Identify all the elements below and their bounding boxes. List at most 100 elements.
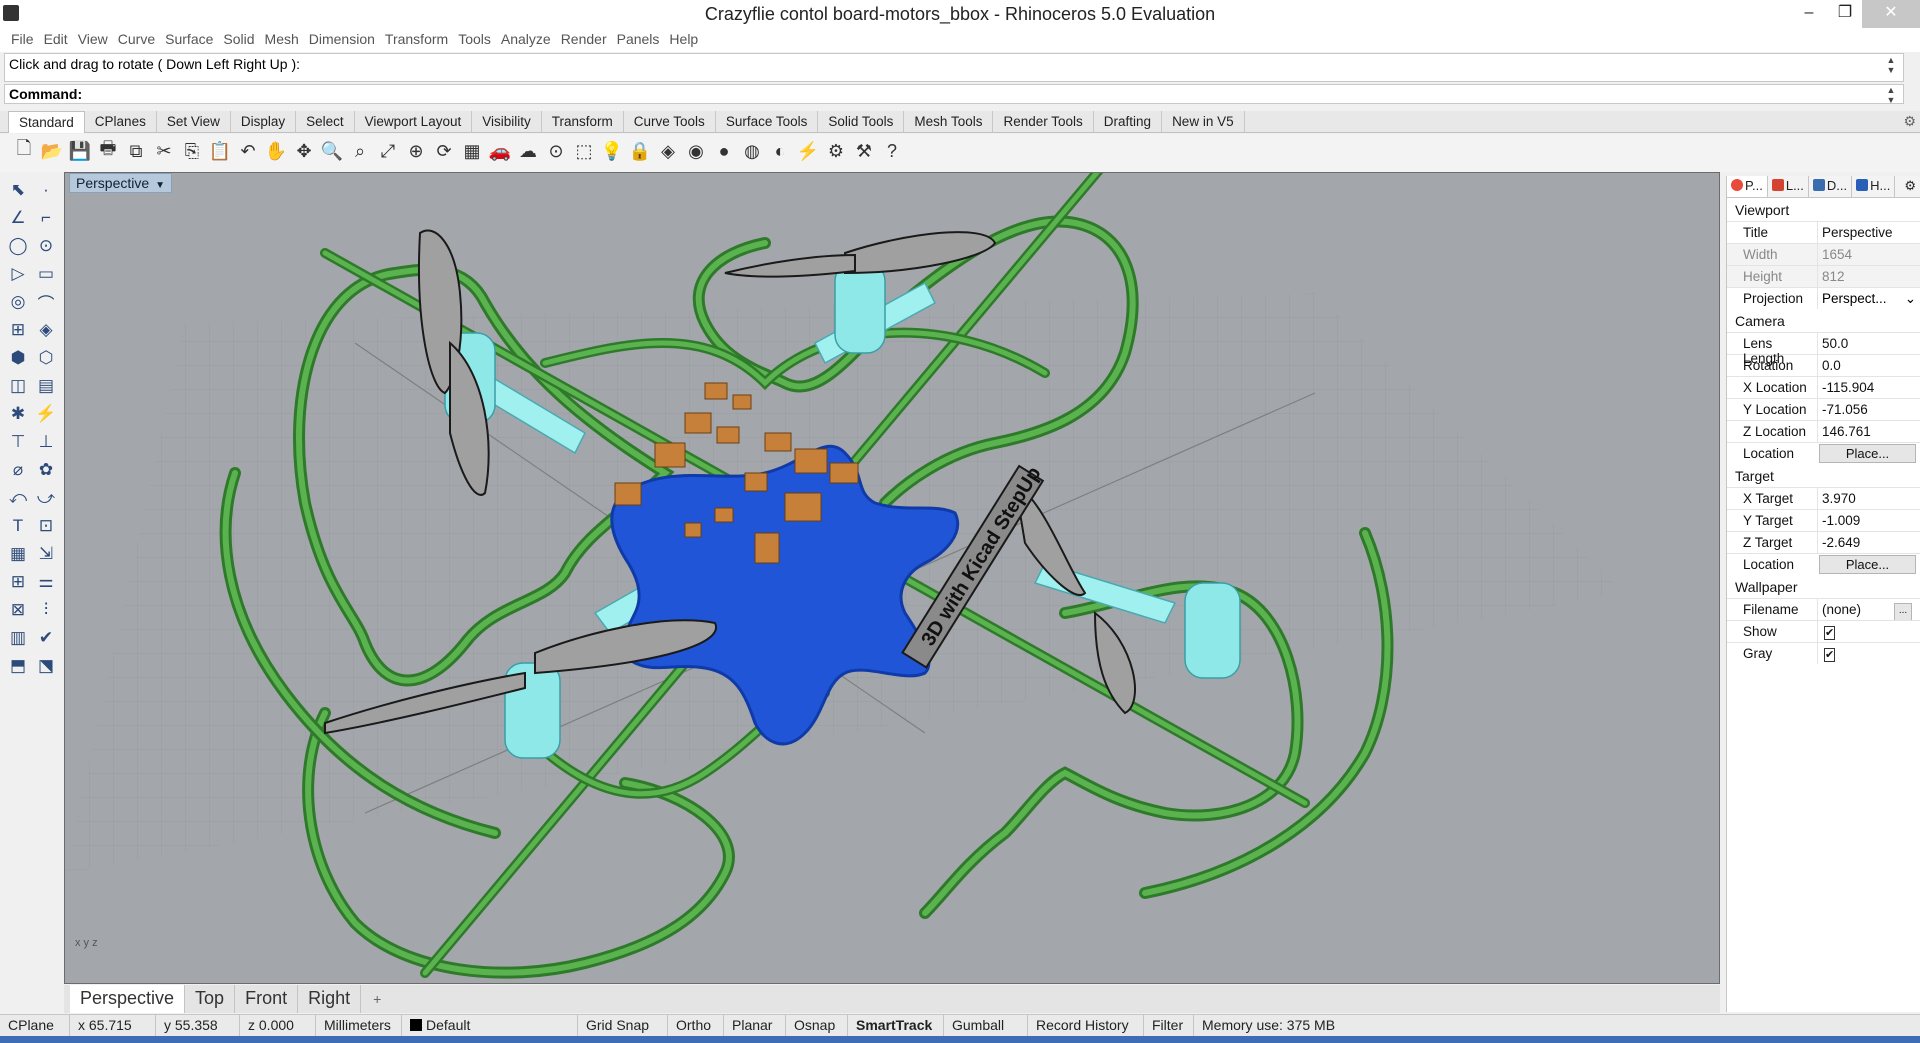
vptab-right[interactable]: Right xyxy=(298,985,362,1013)
y-target-field[interactable]: -1.009 xyxy=(1817,510,1920,531)
tab-standard[interactable]: Standard xyxy=(8,111,85,133)
menu-curve[interactable]: Curve xyxy=(113,28,160,52)
grid-icon[interactable]: ▦ xyxy=(458,137,486,165)
viewport-title[interactable]: Perspective ▼ xyxy=(69,173,173,193)
command-scroll-arrows[interactable]: ▲ ▼ xyxy=(1885,85,1897,105)
history-scroll-arrows[interactable]: ▲ ▼ xyxy=(1885,55,1897,75)
tab-visibility[interactable]: Visibility xyxy=(472,111,542,133)
lens-length-field[interactable]: 50.0 xyxy=(1817,333,1920,354)
menu-file[interactable]: File xyxy=(6,28,39,52)
tool-icon[interactable]: ⤺ xyxy=(4,484,32,512)
light-icon[interactable]: ⚡ xyxy=(794,137,822,165)
tool-icon[interactable]: ⌀ xyxy=(4,456,32,484)
cplane-button[interactable]: CPlane xyxy=(0,1015,70,1037)
tool-icon[interactable]: ⊞ xyxy=(4,316,32,344)
layer-button[interactable]: Default xyxy=(402,1015,578,1037)
menu-render[interactable]: Render xyxy=(556,28,612,52)
tab-transform[interactable]: Transform xyxy=(542,111,624,133)
layer-icon[interactable]: ◈ xyxy=(654,137,682,165)
panel-tab-display[interactable]: D... xyxy=(1809,176,1853,197)
open-file-icon[interactable]: 📂 xyxy=(38,137,66,165)
tool-icon[interactable]: ⚌ xyxy=(32,568,60,596)
menu-analyze[interactable]: Analyze xyxy=(496,28,556,52)
render-icon[interactable]: ◐ xyxy=(766,137,794,165)
tool-icon[interactable]: ⊤ xyxy=(4,428,32,456)
tab-cplanes[interactable]: CPlanes xyxy=(85,111,157,133)
zoom-extents-icon[interactable]: ⤢ xyxy=(374,137,402,165)
properties-icon[interactable]: ⊙ xyxy=(542,137,570,165)
rotation-field[interactable]: 0.0 xyxy=(1817,355,1920,376)
export-icon[interactable]: ⧉ xyxy=(122,137,150,165)
show-checkbox[interactable]: ✔ xyxy=(1824,626,1836,640)
tool-icon[interactable]: ⊥ xyxy=(32,428,60,456)
material-icon[interactable]: ● xyxy=(710,137,738,165)
units-button[interactable]: Millimeters xyxy=(316,1015,402,1037)
tools-icon[interactable]: ⚒ xyxy=(850,137,878,165)
add-viewport-tab-icon[interactable]: + xyxy=(361,985,393,1013)
tool-icon[interactable]: ⬢ xyxy=(4,344,32,372)
tab-mesh-tools[interactable]: Mesh Tools xyxy=(904,111,994,133)
new-file-icon[interactable]: 🗋 xyxy=(10,137,38,165)
tab-curve-tools[interactable]: Curve Tools xyxy=(624,111,716,133)
filename-field[interactable]: (none)... xyxy=(1817,599,1920,620)
tab-solid-tools[interactable]: Solid Tools xyxy=(818,111,905,133)
tool-icon[interactable]: ⤻ xyxy=(32,484,60,512)
tool-icon[interactable]: ⬒ xyxy=(4,652,32,680)
zoom-icon[interactable]: 🔍 xyxy=(318,137,346,165)
tool-icon[interactable]: ⚡ xyxy=(32,400,60,428)
tool-icon[interactable]: ◈ xyxy=(32,316,60,344)
tool-icon[interactable]: ⊡ xyxy=(32,512,60,540)
panel-tab-help[interactable]: H... xyxy=(1852,176,1896,197)
render-sphere-icon[interactable]: ◍ xyxy=(738,137,766,165)
menu-tools[interactable]: Tools xyxy=(453,28,496,52)
save-icon[interactable]: 💾 xyxy=(66,137,94,165)
planar-toggle[interactable]: Planar xyxy=(724,1015,786,1037)
vptab-top[interactable]: Top xyxy=(185,985,236,1013)
browse-button[interactable]: ... xyxy=(1894,603,1912,620)
title-field[interactable]: Perspective xyxy=(1817,222,1920,243)
filter-button[interactable]: Filter xyxy=(1144,1015,1194,1037)
command-line[interactable]: Command: ▲ ▼ xyxy=(4,84,1904,105)
tool-icon[interactable]: ⊞ xyxy=(4,568,32,596)
vptab-front[interactable]: Front xyxy=(235,985,299,1013)
rotate-view-icon[interactable]: ⟳ xyxy=(430,137,458,165)
shade-icon[interactable]: ☁ xyxy=(514,137,542,165)
tool-icon[interactable]: ⬉ xyxy=(4,176,32,204)
z-location-field[interactable]: 146.761 xyxy=(1817,421,1920,442)
tool-icon[interactable]: ▷ xyxy=(4,260,32,288)
tab-render-tools[interactable]: Render Tools xyxy=(993,111,1094,133)
model-scene[interactable]: 3D with Kicad StepUp xyxy=(65,173,1720,984)
panel-settings-gear-icon[interactable]: ⚙ xyxy=(1900,176,1920,197)
menu-dimension[interactable]: Dimension xyxy=(304,28,380,52)
zoom-window-icon[interactable]: ⌕ xyxy=(346,137,374,165)
tool-icon[interactable]: ∠ xyxy=(4,204,32,232)
y-location-field[interactable]: -71.056 xyxy=(1817,399,1920,420)
tool-icon[interactable]: ✱ xyxy=(4,400,32,428)
tool-icon[interactable]: ▤ xyxy=(32,372,60,400)
lock-icon[interactable]: 🔒 xyxy=(626,137,654,165)
z-target-field[interactable]: -2.649 xyxy=(1817,532,1920,553)
menu-help[interactable]: Help xyxy=(664,28,703,52)
tab-surface-tools[interactable]: Surface Tools xyxy=(716,111,819,133)
x-target-field[interactable]: 3.970 xyxy=(1817,488,1920,509)
tab-set-view[interactable]: Set View xyxy=(157,111,231,133)
tool-icon[interactable]: ⇲ xyxy=(32,540,60,568)
tool-icon[interactable]: ✔ xyxy=(32,624,60,652)
settings-gear-icon[interactable]: ⚙ xyxy=(822,137,850,165)
menu-panels[interactable]: Panels xyxy=(612,28,665,52)
menu-solid[interactable]: Solid xyxy=(218,28,259,52)
record-history-toggle[interactable]: Record History xyxy=(1028,1015,1144,1037)
print-icon[interactable]: 🖶 xyxy=(94,137,122,165)
help-icon[interactable]: ? xyxy=(878,137,906,165)
osnap-toggle[interactable]: Osnap xyxy=(786,1015,848,1037)
paste-icon[interactable]: 📋 xyxy=(206,137,234,165)
tool-icon[interactable]: ◎ xyxy=(4,288,32,316)
tool-icon[interactable]: ⊠ xyxy=(4,596,32,624)
grid-snap-toggle[interactable]: Grid Snap xyxy=(578,1015,668,1037)
tool-icon[interactable]: ✿ xyxy=(32,456,60,484)
copy-icon[interactable]: ⎘ xyxy=(178,137,206,165)
zoom-selected-icon[interactable]: ⊕ xyxy=(402,137,430,165)
x-location-field[interactable]: -115.904 xyxy=(1817,377,1920,398)
tab-new-in-v5[interactable]: New in V5 xyxy=(1162,111,1245,133)
camera-place-button[interactable]: Place... xyxy=(1819,444,1916,463)
